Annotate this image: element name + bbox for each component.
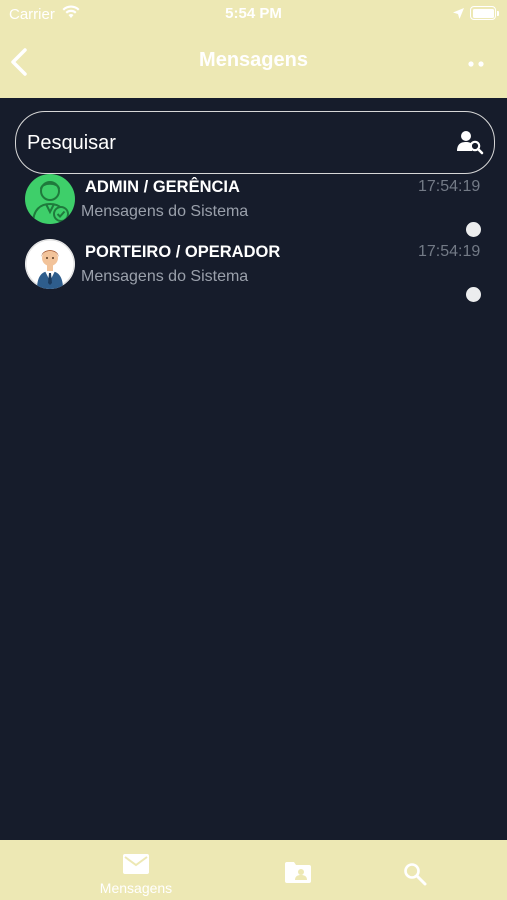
tab-bar: Mensagens bbox=[0, 840, 507, 900]
unread-indicator bbox=[466, 222, 481, 237]
user-search-icon[interactable] bbox=[456, 129, 484, 160]
tab-search[interactable] bbox=[390, 840, 440, 900]
status-bar: Carrier 5:54 PM bbox=[0, 0, 507, 30]
conversation-row[interactable]: ADMIN / GERÊNCIA Mensagens do Sistema 17… bbox=[0, 174, 507, 237]
tab-label: Mensagens bbox=[99, 880, 173, 896]
tab-mensagens[interactable]: Mensagens bbox=[86, 840, 186, 900]
conversation-name: ADMIN / GERÊNCIA bbox=[85, 178, 240, 196]
mail-icon bbox=[123, 854, 149, 874]
conversation-time: 17:54:19 bbox=[418, 243, 481, 260]
conversation-subtitle: Mensagens do Sistema bbox=[81, 268, 249, 285]
search-bar[interactable]: Pesquisar bbox=[15, 111, 495, 174]
conversation-row[interactable]: PORTEIRO / OPERADOR Mensagens do Sistema… bbox=[0, 239, 507, 302]
more-options-button[interactable] bbox=[461, 56, 491, 72]
unread-indicator bbox=[466, 287, 481, 302]
conversation-time: 17:54:19 bbox=[418, 178, 481, 195]
doorman-avatar-icon bbox=[25, 239, 75, 289]
status-time: 5:54 PM bbox=[225, 5, 282, 22]
contacts-folder-icon bbox=[285, 862, 311, 883]
top-bar: Carrier 5:54 PM Mensagens bbox=[0, 0, 507, 98]
search-icon bbox=[404, 863, 427, 886]
location-arrow-icon bbox=[452, 7, 465, 25]
admin-avatar-icon bbox=[25, 174, 75, 224]
page-title: Mensagens bbox=[199, 49, 308, 71]
more-dots-icon bbox=[468, 61, 484, 67]
battery-icon bbox=[470, 6, 499, 20]
conversation-name: PORTEIRO / OPERADOR bbox=[85, 243, 281, 261]
tab-contacts[interactable] bbox=[270, 840, 326, 900]
conversation-subtitle: Mensagens do Sistema bbox=[81, 203, 249, 220]
search-input[interactable]: Pesquisar bbox=[27, 132, 116, 155]
